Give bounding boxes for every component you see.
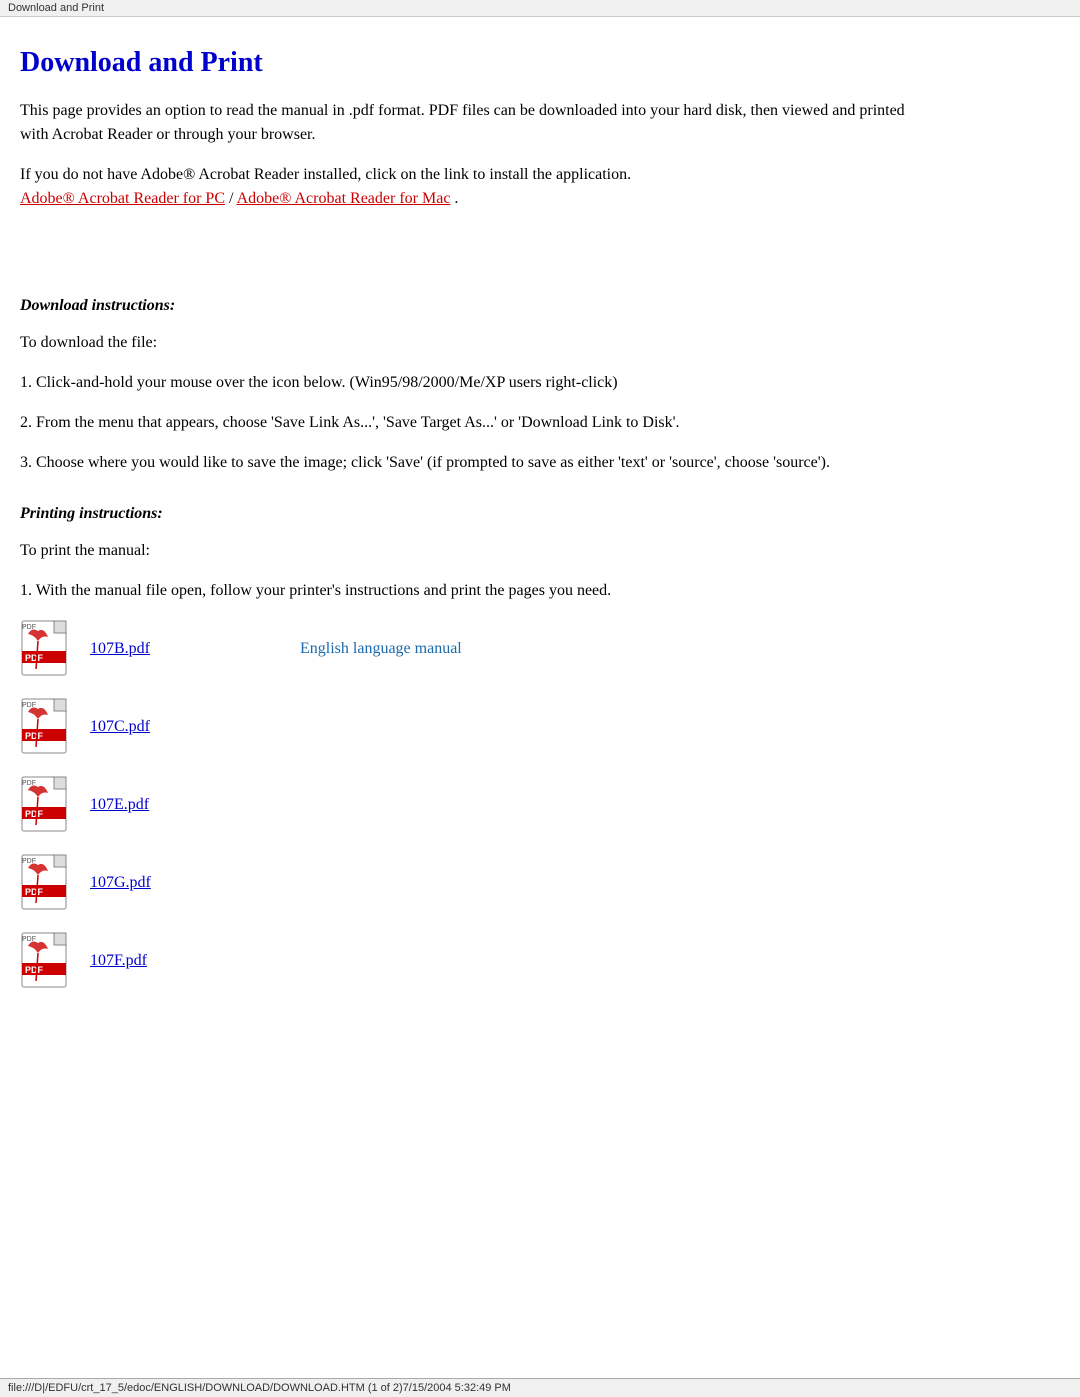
- download-intro-text: To download the file:: [20, 331, 920, 355]
- svg-text:PDF: PDF: [25, 965, 44, 975]
- acrobat-links-paragraph: If you do not have Adobe® Acrobat Reader…: [20, 163, 920, 211]
- pdf-icon-3: PDF PDF: [20, 853, 80, 913]
- browser-title-text: Download and Print: [8, 2, 104, 14]
- download-step1: 1. Click-and-hold your mouse over the ic…: [20, 371, 920, 395]
- pdf-link-1[interactable]: 107C.pdf: [90, 718, 220, 736]
- svg-text:PDF: PDF: [22, 780, 36, 787]
- pdf-row-1: PDF PDF 107C.pdf: [20, 697, 920, 757]
- download-step3: 3. Choose where you would like to save t…: [20, 451, 920, 475]
- svg-text:PDF: PDF: [22, 858, 36, 865]
- svg-text:PDF: PDF: [22, 624, 36, 631]
- pdf-row-2: PDF PDF 107E.pdf: [20, 775, 920, 835]
- page-title: Download and Print: [20, 47, 920, 79]
- pdf-description-0: English language manual: [300, 640, 462, 658]
- status-bar: file:///D|/EDFU/crt_17_5/edoc/ENGLISH/DO…: [0, 1378, 1080, 1397]
- acrobat-intro-text: If you do not have Adobe® Acrobat Reader…: [20, 166, 631, 183]
- pdf-link-2[interactable]: 107E.pdf: [90, 796, 220, 814]
- acrobat-reader-mac-link[interactable]: Adobe® Acrobat Reader for Mac: [237, 190, 451, 207]
- print-intro-text: To print the manual:: [20, 539, 920, 563]
- pdf-icon-4: PDF PDF: [20, 931, 80, 991]
- svg-text:PDF: PDF: [25, 653, 44, 663]
- svg-text:PDF: PDF: [22, 702, 36, 709]
- pdf-icon-0: PDF PDF: [20, 619, 80, 679]
- pdf-icon-2: PDF PDF: [20, 775, 80, 835]
- pdf-link-3[interactable]: 107G.pdf: [90, 874, 220, 892]
- pdf-link-4[interactable]: 107F.pdf: [90, 952, 220, 970]
- status-bar-text: file:///D|/EDFU/crt_17_5/edoc/ENGLISH/DO…: [8, 1382, 511, 1394]
- pdf-row-3: PDF PDF 107G.pdf: [20, 853, 920, 913]
- spacer1: [20, 227, 920, 247]
- printing-instructions-heading: Printing instructions:: [20, 505, 920, 523]
- acrobat-reader-pc-link[interactable]: Adobe® Acrobat Reader for PC: [20, 190, 225, 207]
- pdf-link-0[interactable]: 107B.pdf: [90, 640, 220, 658]
- pdf-icon-1: PDF PDF: [20, 697, 80, 757]
- svg-text:PDF: PDF: [25, 809, 44, 819]
- svg-text:PDF: PDF: [22, 936, 36, 943]
- pdf-row-4: PDF PDF 107F.pdf: [20, 931, 920, 991]
- pdf-row-0: PDF PDF 107B.pdf English language manual: [20, 619, 920, 679]
- download-instructions-heading: Download instructions:: [20, 297, 920, 315]
- pdf-files-section: PDF PDF 107B.pdf English language manual: [20, 619, 920, 991]
- svg-text:PDF: PDF: [25, 731, 44, 741]
- intro-paragraph: This page provides an option to read the…: [20, 99, 920, 147]
- browser-title-bar: Download and Print: [0, 0, 1080, 17]
- page-content: Download and Print This page provides an…: [0, 17, 960, 1069]
- download-step2: 2. From the menu that appears, choose 'S…: [20, 411, 920, 435]
- separator-slash: /: [229, 190, 237, 207]
- spacer2: [20, 247, 920, 267]
- period: .: [454, 190, 458, 207]
- svg-text:PDF: PDF: [25, 887, 44, 897]
- print-step1: 1. With the manual file open, follow you…: [20, 579, 920, 603]
